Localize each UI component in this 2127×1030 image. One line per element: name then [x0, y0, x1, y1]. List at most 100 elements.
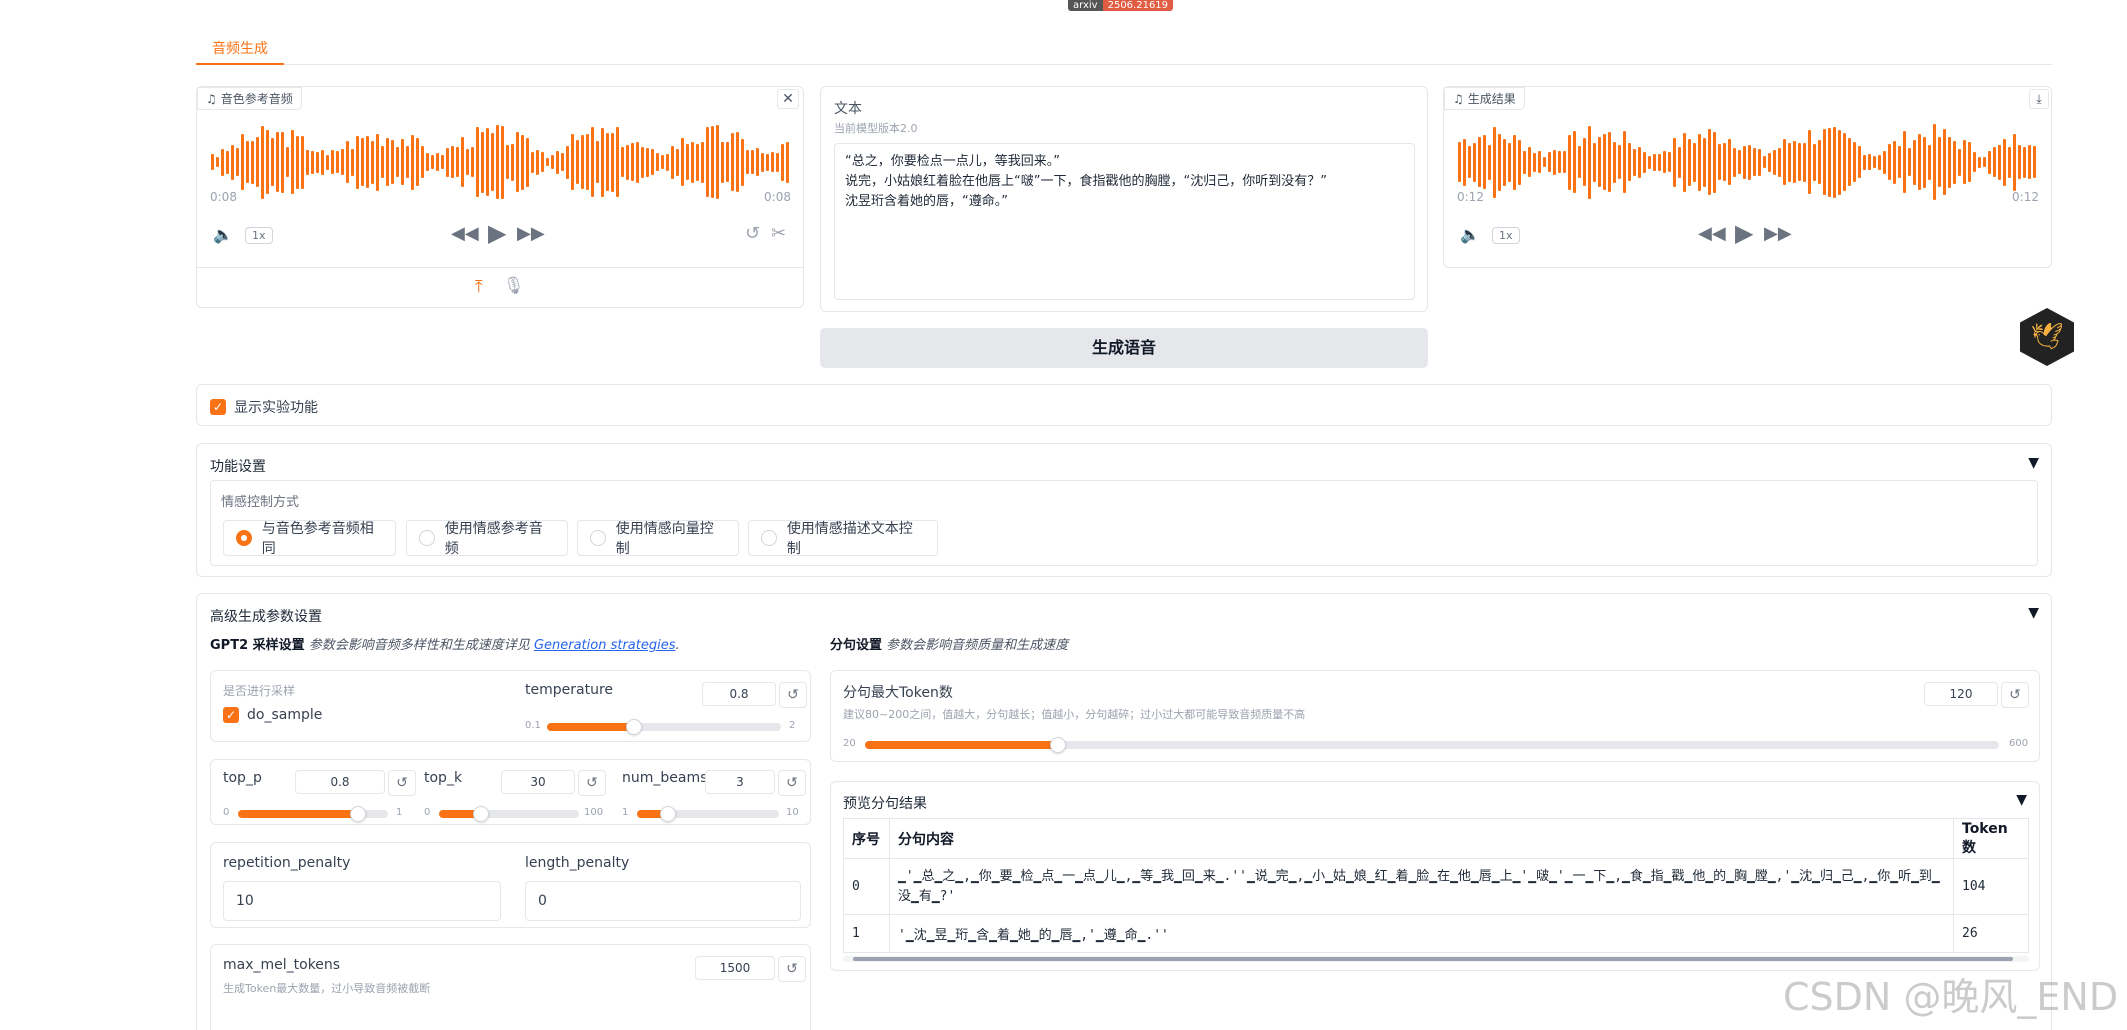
play-icon[interactable]: ▶	[488, 219, 506, 247]
waveform-bar	[1698, 133, 1701, 191]
text-input[interactable]: “总之，你要检点一点儿，等我回来。” 说完，小姑娘红着脸在他唇上“啵”一下，食指…	[834, 143, 1415, 300]
top-p-slider[interactable]	[238, 806, 388, 822]
function-settings-title[interactable]: 功能设置	[210, 456, 266, 476]
waveform-bar	[606, 133, 609, 191]
max-mel-tokens-input[interactable]: 1500	[695, 956, 775, 980]
audio-source-bar: ⤒ 🎙	[197, 267, 803, 307]
trim-icon[interactable]: ✂	[771, 223, 786, 244]
waveform-bar	[306, 149, 309, 175]
waveform-bar	[551, 155, 554, 169]
play-icon[interactable]: ▶	[1735, 219, 1753, 247]
waveform-bar	[246, 141, 249, 183]
rewind-icon[interactable]: ◀◀	[451, 223, 479, 244]
waveform-bar	[1643, 151, 1646, 173]
collapse-triangle-icon[interactable]: ▼	[2028, 455, 2039, 471]
waveform-bar	[1898, 146, 1901, 178]
waveform-bar	[1603, 134, 1606, 190]
waveform-bar	[2003, 138, 2006, 186]
generate-speech-button[interactable]: 生成语音	[820, 328, 1428, 368]
clear-audio-button[interactable]: ✕	[777, 89, 799, 109]
repetition-penalty-input[interactable]: 10	[223, 881, 501, 921]
length-penalty-input[interactable]: 0	[525, 881, 801, 921]
top-k-slider[interactable]	[439, 806, 579, 822]
undo-icon[interactable]: ↺	[745, 223, 760, 244]
waveform-bar	[1868, 154, 1871, 170]
rewind-icon[interactable]: ◀◀	[1698, 223, 1726, 244]
arxiv-badge[interactable]: arxiv 2506.21619	[1068, 0, 1174, 11]
num-beams-input[interactable]: 3	[705, 770, 775, 794]
volume-icon[interactable]: 🔈	[213, 225, 233, 244]
temperature-input[interactable]: 0.8	[702, 682, 776, 706]
waveform-bar	[411, 134, 414, 190]
emotion-option-same-as-reference[interactable]: 与音色参考音频相同	[223, 520, 396, 557]
num-beams-reset-button[interactable]: ↺	[778, 770, 806, 796]
waveform-bar	[1788, 142, 1791, 182]
tab-label: 音频生成	[212, 41, 268, 57]
waveform-bar	[1623, 131, 1626, 193]
emotion-option-text-control[interactable]: 使用情感描述文本控制	[748, 520, 938, 557]
temperature-slider[interactable]	[547, 719, 781, 735]
split-max-tokens-input[interactable]: 120	[1924, 682, 1998, 706]
waveform-bar	[1563, 151, 1566, 173]
playback-speed-button[interactable]: 1x	[245, 227, 273, 244]
waveform-bar	[1533, 152, 1536, 172]
waveform-bar	[236, 148, 239, 176]
num-beams-slider[interactable]	[637, 806, 779, 822]
download-button[interactable]: ⤓	[2029, 89, 2049, 109]
top-k-input[interactable]: 30	[501, 770, 575, 794]
split-max-tokens-reset-button[interactable]: ↺	[2001, 682, 2029, 708]
header-index[interactable]: 序号	[843, 818, 890, 859]
preview-split-title[interactable]: 预览分句结果	[843, 793, 927, 813]
waveform-bar	[531, 151, 534, 173]
volume-icon[interactable]: 🔈	[1460, 225, 1480, 244]
table-horizontal-scrollbar[interactable]	[843, 956, 2029, 962]
sampling-box: 是否进行采样 ✓ do_sample temperature 0.8 ↺ 0.1…	[210, 670, 811, 742]
waveform-bar	[536, 149, 539, 175]
emotion-option-reference-audio[interactable]: 使用情感参考音频	[406, 520, 568, 557]
waveform-bar	[286, 147, 289, 177]
waveform-bar	[746, 150, 749, 174]
waveform-bar	[1593, 142, 1596, 182]
max-mel-tokens-reset-button[interactable]: ↺	[778, 956, 806, 982]
header-content[interactable]: 分句内容	[889, 818, 1954, 859]
collapse-triangle-icon[interactable]: ▼	[2028, 605, 2039, 621]
music-note-icon: ♫	[1453, 91, 1464, 106]
waveform-bar	[1888, 144, 1891, 180]
waveform-bar	[781, 143, 784, 181]
waveform-bar	[1653, 153, 1656, 171]
top-k-reset-button[interactable]: ↺	[578, 770, 606, 796]
top-p-input[interactable]: 0.8	[295, 770, 385, 794]
waveform-bar	[641, 146, 644, 178]
waveform-bar	[1633, 148, 1636, 176]
upload-icon[interactable]: ⤒	[475, 277, 483, 297]
forward-icon[interactable]: ▶▶	[1764, 223, 1792, 244]
top-p-reset-button[interactable]: ↺	[388, 770, 416, 796]
temperature-reset-button[interactable]: ↺	[779, 682, 807, 708]
split-max-tokens-slider[interactable]	[865, 737, 1999, 753]
tab-audio-generation[interactable]: 音频生成	[196, 36, 284, 65]
scrollbar-thumb[interactable]	[853, 957, 2013, 961]
experimental-checkbox[interactable]: ✓ 显示实验功能	[210, 397, 318, 417]
advanced-settings-title[interactable]: 高级生成参数设置	[210, 606, 322, 626]
floating-assistant-icon[interactable]: 🕊	[2020, 308, 2074, 366]
collapse-triangle-icon[interactable]: ▼	[2016, 792, 2027, 808]
penalty-box: repetition_penalty 10 length_penalty 0	[210, 842, 811, 928]
result-waveform[interactable]	[1458, 119, 2040, 205]
playback-speed-button[interactable]: 1x	[1492, 227, 1520, 244]
radio-selected-icon	[236, 530, 252, 546]
emotion-option-vector-control[interactable]: 使用情感向量控制	[577, 520, 739, 557]
microphone-icon[interactable]: 🎙	[503, 276, 525, 296]
generation-strategies-link[interactable]: Generation strategies	[534, 638, 676, 653]
temperature-value: 0.8	[729, 687, 749, 701]
waveform-bar	[731, 133, 734, 191]
split-title: 分句设置	[830, 638, 883, 653]
waveform-bar	[1758, 148, 1761, 176]
waveform-bar	[1498, 133, 1501, 191]
waveform-bar	[1583, 138, 1586, 186]
option-label: 使用情感向量控制	[615, 521, 714, 557]
reference-waveform[interactable]	[211, 119, 791, 205]
do-sample-checkbox[interactable]: ✓ do_sample	[223, 707, 322, 723]
ref-time-start: 0:08	[210, 190, 237, 204]
header-token-count[interactable]: Token数	[1953, 818, 2029, 859]
forward-icon[interactable]: ▶▶	[517, 223, 545, 244]
